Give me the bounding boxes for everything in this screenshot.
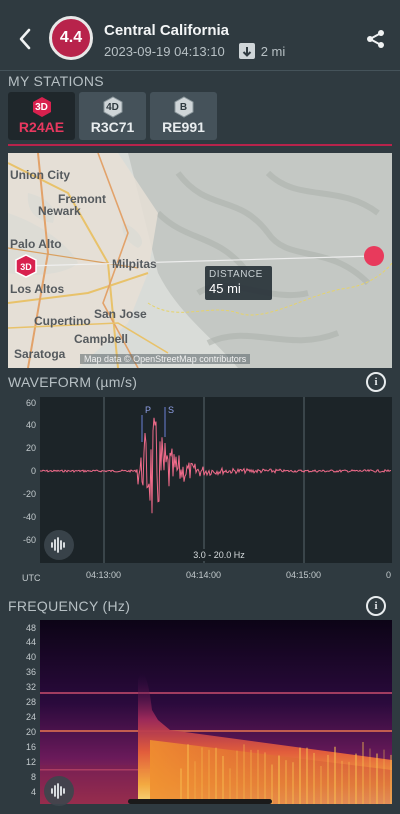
place-label: Los Altos bbox=[10, 282, 65, 296]
event-title: Central California bbox=[104, 22, 230, 39]
waveform-y-tick: 60 bbox=[25, 398, 36, 408]
arrow-down-icon bbox=[238, 43, 255, 59]
event-datetime: 2023-09-19 04:13:10 bbox=[104, 43, 225, 59]
stations-section-label: MY STATIONS bbox=[8, 73, 104, 89]
station-tab-re991[interactable]: B RE991 bbox=[150, 92, 217, 140]
place-label: Campbell bbox=[74, 332, 128, 346]
station-type-badge: B bbox=[173, 96, 195, 118]
place-label: Newark bbox=[38, 204, 81, 218]
event-meta: 2023-09-19 04:13:10 2 mi bbox=[104, 43, 285, 59]
waveform-y-tick: -40 bbox=[22, 512, 36, 522]
station-code: R3C71 bbox=[90, 119, 135, 135]
waveform-info-button[interactable]: i bbox=[366, 372, 386, 392]
waveform-y-tick: -20 bbox=[22, 489, 36, 499]
frequency-info-button[interactable]: i bbox=[366, 596, 386, 616]
frequency-y-tick: 28 bbox=[25, 697, 36, 707]
distance-box: DISTANCE 45 mi bbox=[205, 266, 272, 300]
filter-label: 3.0 - 20.0 Hz bbox=[193, 550, 245, 560]
header: 4.4 Central California 2023-09-19 04:13:… bbox=[0, 0, 400, 72]
frequency-y-tick: 48 bbox=[25, 623, 36, 633]
place-label: San Jose bbox=[94, 307, 147, 321]
station-code: R24AE bbox=[18, 119, 65, 135]
station-map[interactable]: 3D Union City Fremont Newark Palo Alto M… bbox=[8, 153, 392, 368]
spectrogram-plot[interactable] bbox=[40, 620, 392, 804]
epicenter-marker[interactable] bbox=[364, 246, 384, 266]
waveform-audio-icon bbox=[51, 537, 65, 553]
map-credit: Map data © OpenStreetMap contributors bbox=[80, 354, 251, 364]
waveform-y-tick: 20 bbox=[25, 443, 36, 453]
place-label: Saratoga bbox=[14, 347, 66, 361]
place-label: Cupertino bbox=[34, 314, 91, 328]
waveform-plot[interactable]: P S 3.0 - 20.0 Hz bbox=[40, 397, 392, 563]
waveform-x-tick: UTC bbox=[22, 573, 41, 583]
waveform-canvas: P S 3.0 - 20.0 Hz bbox=[40, 397, 392, 563]
station-code: RE991 bbox=[162, 119, 205, 135]
place-label: Milpitas bbox=[112, 257, 157, 271]
waveform-section-label: WAVEFORM (µm/s) bbox=[8, 374, 138, 390]
place-label: Palo Alto bbox=[10, 237, 62, 251]
share-button[interactable] bbox=[365, 28, 387, 50]
waveform-y-tick: 40 bbox=[25, 420, 36, 430]
info-icon: i bbox=[374, 600, 378, 612]
station-type-badge: 3D bbox=[31, 96, 53, 118]
frequency-y-tick: 24 bbox=[25, 712, 36, 722]
home-indicator bbox=[128, 799, 272, 804]
distance-label: DISTANCE bbox=[209, 269, 263, 280]
phase-s-label: S bbox=[168, 405, 174, 415]
phase-p-label: P bbox=[145, 405, 151, 415]
frequency-y-tick: 8 bbox=[30, 772, 36, 782]
stations-underline bbox=[8, 144, 392, 146]
station-marker-label: 3D bbox=[20, 262, 32, 272]
frequency-y-tick: 4 bbox=[30, 787, 36, 797]
depth-value: 2 mi bbox=[260, 43, 286, 59]
waveform-trace bbox=[40, 417, 392, 514]
header-divider bbox=[0, 70, 400, 71]
waveform-audio-icon bbox=[51, 783, 65, 799]
magnitude-value: 4.4 bbox=[59, 29, 83, 46]
frequency-y-tick: 20 bbox=[25, 727, 36, 737]
waveform-x-tick: 04:14:00 bbox=[186, 570, 222, 580]
frequency-y-tick: 40 bbox=[25, 652, 36, 662]
back-button[interactable] bbox=[14, 26, 36, 52]
depth-badge: 2 mi bbox=[238, 43, 286, 59]
frequency-y-tick: 16 bbox=[25, 742, 36, 752]
station-tab-r3c71[interactable]: 4D R3C71 bbox=[79, 92, 146, 140]
waveform-y-tick: -60 bbox=[22, 535, 36, 545]
frequency-y-tick: 44 bbox=[25, 637, 36, 647]
distance-value: 45 mi bbox=[209, 281, 241, 296]
place-label: Union City bbox=[10, 168, 70, 182]
spectrogram-canvas bbox=[40, 620, 392, 804]
map-canvas: 3D Union City Fremont Newark Palo Alto M… bbox=[8, 153, 392, 368]
waveform-y-tick: 0 bbox=[30, 466, 36, 476]
waveform-audio-button[interactable] bbox=[44, 530, 74, 560]
station-type-badge: 4D bbox=[102, 96, 124, 118]
station-tab-r24ae[interactable]: 3D R24AE bbox=[8, 92, 75, 140]
frequency-y-tick: 32 bbox=[25, 682, 36, 692]
waveform-x-tick: 04:15:00 bbox=[286, 570, 322, 580]
frequency-y-tick: 36 bbox=[25, 667, 36, 677]
frequency-audio-button[interactable] bbox=[44, 776, 74, 806]
info-icon: i bbox=[374, 376, 378, 388]
share-icon bbox=[367, 30, 384, 48]
station-tabs: 3D R24AE 4D R3C71 B RE991 bbox=[8, 92, 217, 140]
waveform-x-tick: 0 bbox=[386, 570, 392, 580]
magnitude-badge: 4.4 bbox=[49, 16, 93, 60]
waveform-x-tick: 04:13:00 bbox=[86, 570, 122, 580]
frequency-y-tick: 12 bbox=[25, 757, 36, 767]
chevron-left-icon bbox=[19, 28, 31, 50]
frequency-section-label: FREQUENCY (Hz) bbox=[8, 598, 131, 614]
